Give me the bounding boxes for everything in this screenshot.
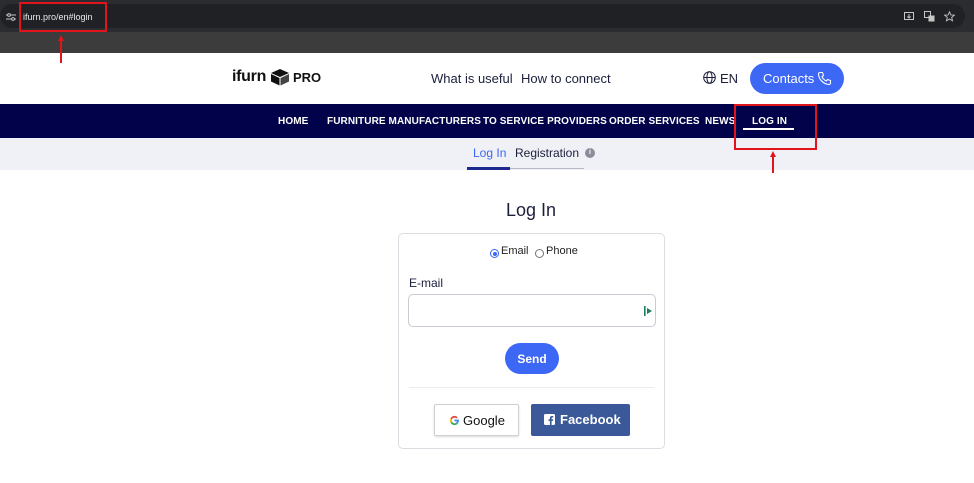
site-settings-icon[interactable]	[6, 12, 16, 22]
facebook-login-label: Facebook	[560, 412, 621, 427]
facebook-icon	[544, 414, 555, 425]
link-what-is-useful[interactable]: What is useful	[431, 71, 513, 86]
translate-icon[interactable]	[924, 11, 935, 22]
annotation-arrowhead-url	[58, 35, 64, 41]
logo-box-icon[interactable]	[270, 68, 290, 86]
browser-toolbar: ifurn.pro/en#login	[0, 0, 974, 32]
password-manager-icon[interactable]	[644, 306, 653, 316]
tab-active-indicator	[467, 167, 510, 170]
logo-text[interactable]: ifurn	[232, 68, 266, 86]
nav-item-service-providers[interactable]: TO SERVICE PROVIDERS	[483, 116, 607, 127]
tab-registration[interactable]: Registration	[515, 146, 579, 160]
annotation-arrow-login	[772, 156, 774, 173]
google-icon	[449, 415, 459, 426]
language-selector[interactable]: EN	[720, 71, 738, 86]
send-button-label: Send	[517, 352, 547, 366]
facebook-login-button[interactable]: Facebook	[531, 404, 630, 436]
nav-item-news[interactable]: NEWS	[705, 116, 735, 127]
annotation-arrowhead-login	[770, 151, 776, 157]
google-login-label: Google	[463, 413, 505, 428]
annotation-box-login	[734, 104, 817, 150]
send-button[interactable]: Send	[505, 343, 559, 374]
info-icon[interactable]: i	[585, 148, 595, 158]
auth-tab-strip: Log In Registration i	[0, 138, 974, 170]
link-how-to-connect[interactable]: How to connect	[521, 71, 611, 86]
phone-icon	[817, 71, 832, 86]
email-input[interactable]	[408, 294, 656, 327]
nav-item-furniture-manufacturers[interactable]: FURNITURE MANUFACTURERS	[327, 116, 481, 127]
radio-email-label[interactable]: Email	[501, 245, 529, 257]
nav-item-home[interactable]: HOME	[278, 116, 308, 127]
globe-icon[interactable]	[703, 71, 716, 84]
tab-inactive-indicator	[510, 168, 584, 169]
tab-log-in[interactable]: Log In	[473, 146, 506, 160]
annotation-arrow-url	[60, 39, 62, 63]
install-app-icon[interactable]	[904, 11, 915, 22]
main-navigation: HOME FURNITURE MANUFACTURERS TO SERVICE …	[0, 104, 974, 138]
browser-content-top-gap	[0, 32, 974, 53]
contacts-button[interactable]: Contacts	[750, 63, 844, 94]
annotation-box-url	[19, 2, 107, 32]
site-header: ifurn PRO What is useful How to connect …	[0, 53, 974, 104]
page-title: Log In	[505, 200, 557, 220]
radio-phone[interactable]	[535, 249, 544, 258]
radio-phone-label[interactable]: Phone	[546, 245, 578, 257]
nav-item-order-services[interactable]: ORDER SERVICES	[609, 116, 700, 127]
divider	[409, 387, 654, 388]
logo-suffix[interactable]: PRO	[293, 70, 321, 85]
address-bar[interactable]: ifurn.pro/en#login	[0, 4, 965, 28]
bookmark-star-icon[interactable]	[944, 11, 955, 22]
login-card: Email Phone E-mail Send Google Facebook	[398, 233, 665, 449]
radio-email[interactable]	[490, 249, 499, 258]
google-login-button[interactable]: Google	[434, 404, 519, 436]
email-label: E-mail	[409, 276, 444, 290]
contacts-button-label: Contacts	[763, 71, 815, 86]
